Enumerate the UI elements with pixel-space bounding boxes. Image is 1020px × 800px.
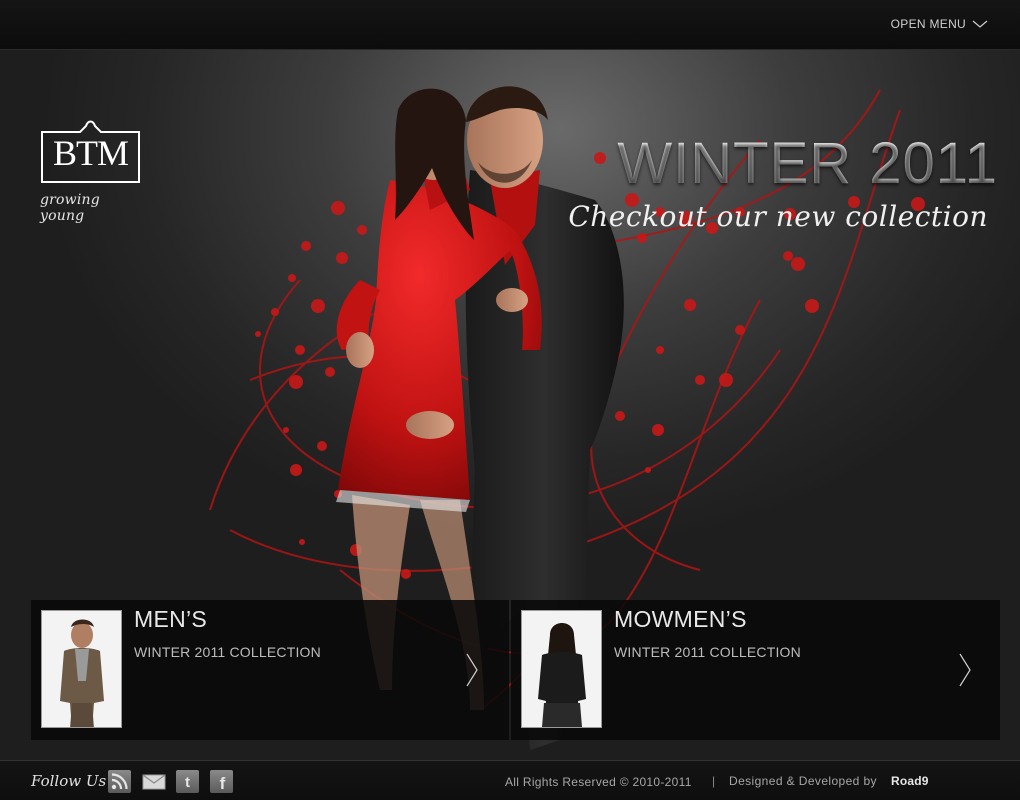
mail-glyph [142, 774, 166, 790]
btm-logo[interactable]: BTM growing young [40, 118, 144, 224]
mens-thumbnail [41, 610, 122, 728]
collection-panels: MEN’S WINTER 2011 COLLECTION MOWMEN’S WI… [31, 600, 1000, 740]
chevron-right-icon[interactable] [465, 652, 479, 688]
womens-thumbnail [521, 610, 602, 728]
logo-frame: BTM [40, 118, 141, 184]
twitter-icon[interactable]: t [176, 770, 199, 793]
footer-separator: | [712, 774, 716, 788]
top-bar: OPEN MENU [0, 0, 1020, 50]
mens-subtitle: WINTER 2011 COLLECTION [134, 644, 321, 660]
open-menu-label: OPEN MENU [890, 17, 966, 31]
twitter-glyph: t [185, 774, 190, 791]
man-photo-icon [42, 611, 121, 727]
credit-text: Designed & Developed by [729, 774, 877, 788]
mail-icon[interactable] [141, 770, 166, 793]
womens-subtitle: WINTER 2011 COLLECTION [614, 644, 801, 660]
developer-brand-link[interactable]: Road9 [891, 774, 929, 788]
mens-collection-card[interactable]: MEN’S WINTER 2011 COLLECTION [31, 600, 509, 740]
facebook-glyph: f [220, 774, 226, 793]
hero-title: WINTER 2011 [568, 134, 998, 194]
svg-text:f: f [220, 774, 226, 793]
rss-icon[interactable] [108, 770, 131, 793]
svg-text:t: t [185, 774, 190, 791]
logo-tagline: growing young [40, 192, 100, 224]
hero-headline: WINTER 2011 Checkout our new collection [568, 134, 998, 234]
hero-subtitle: Checkout our new collection [568, 200, 988, 233]
facebook-icon[interactable]: f [210, 770, 233, 793]
footer: Follow Us t f All Rights Reserved © 2010… [0, 760, 1020, 800]
womens-title: MOWMEN’S [614, 606, 747, 632]
mens-title: MEN’S [134, 606, 208, 632]
open-menu-button[interactable]: OPEN MENU [891, 17, 988, 31]
copyright-text: All Rights Reserved © 2010-2011 [505, 775, 692, 789]
rss-glyph [111, 773, 128, 790]
woman-photo-icon [522, 611, 601, 727]
chevron-down-icon [972, 20, 988, 28]
womens-collection-card[interactable]: MOWMEN’S WINTER 2011 COLLECTION [511, 600, 1000, 740]
logo-text: BTM [52, 133, 129, 173]
follow-us-label: Follow Us [31, 772, 107, 790]
chevron-right-icon[interactable] [958, 652, 972, 688]
